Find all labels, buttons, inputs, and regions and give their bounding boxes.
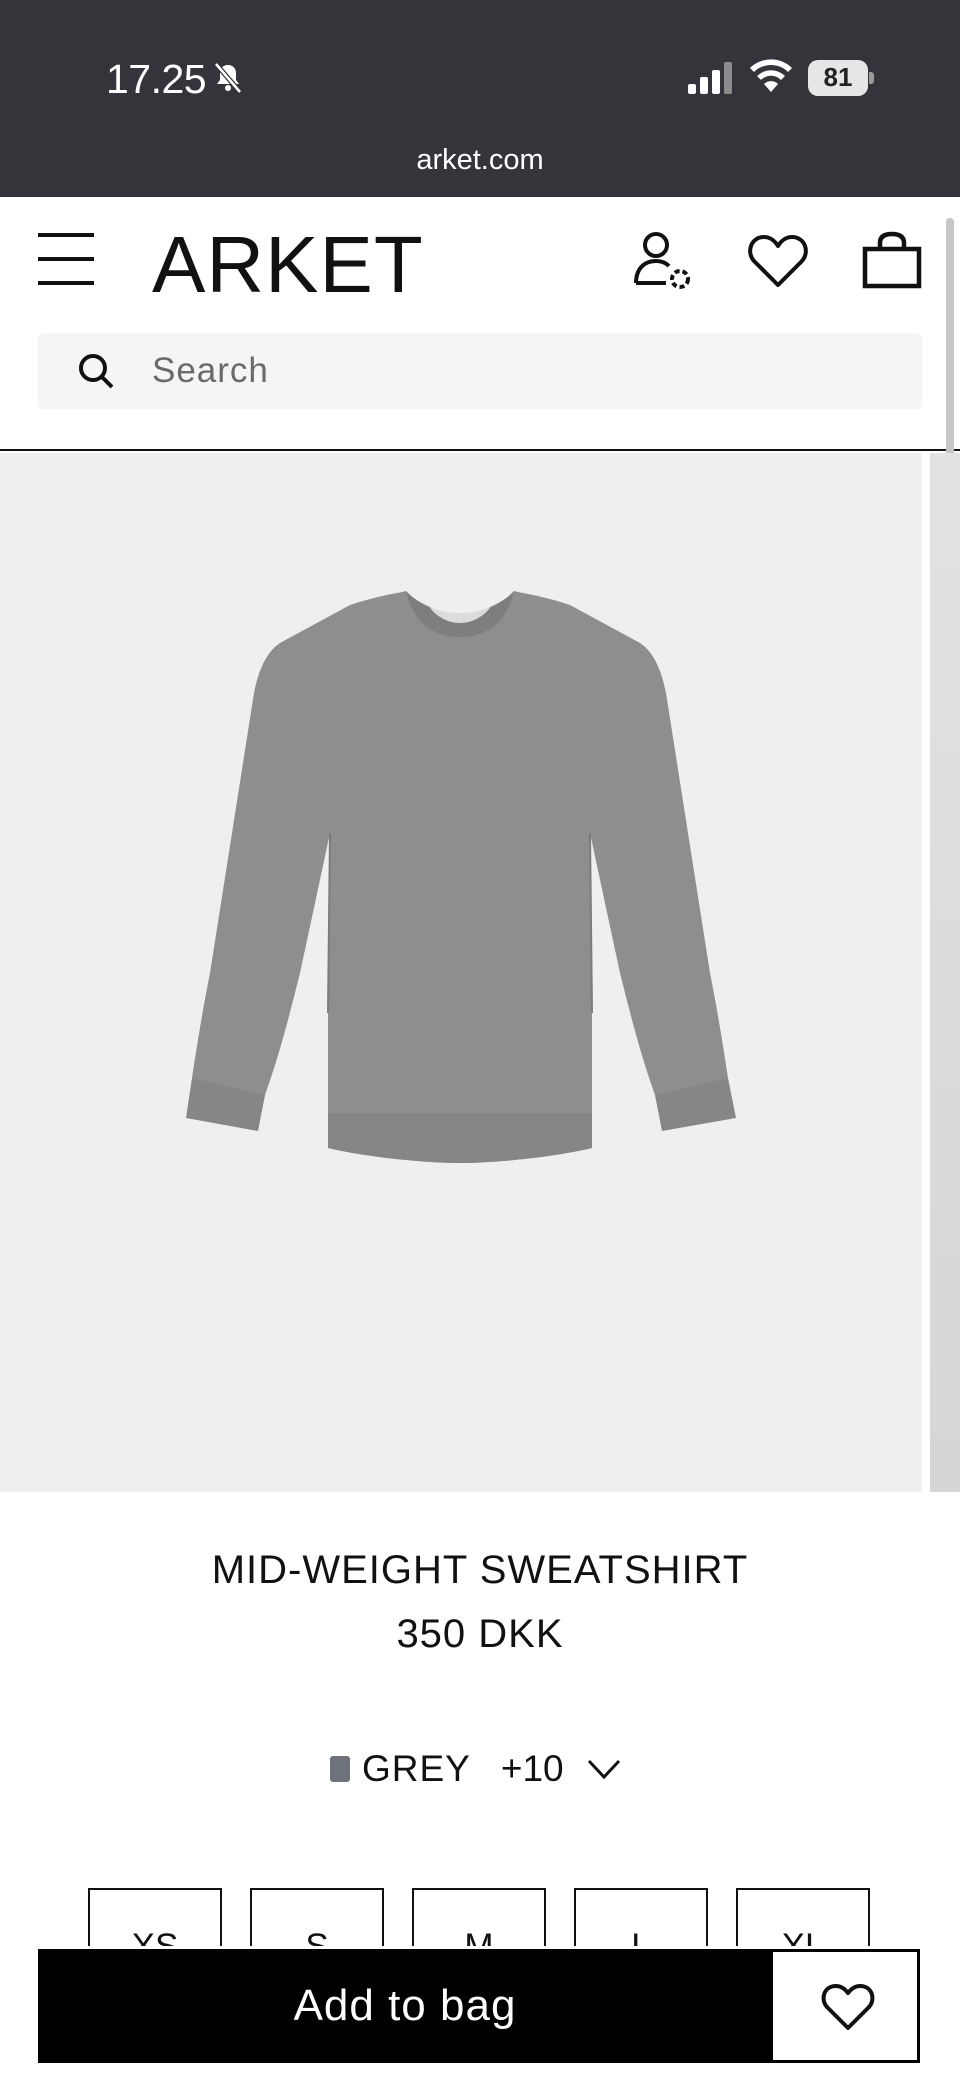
cellular-signal-icon <box>688 62 732 94</box>
battery-indicator: 81 <box>808 60 874 96</box>
site-header: ARKET <box>0 197 960 451</box>
more-colors-count: +10 <box>500 1748 564 1789</box>
clock-time: 17.25 <box>106 56 207 102</box>
color-name: GREY <box>362 1748 471 1789</box>
sticky-action-bar: Add to bag <box>0 1946 960 2087</box>
browser-url[interactable]: arket.com <box>0 144 960 177</box>
color-selector[interactable]: GREY +10 <box>330 1744 622 1794</box>
heart-icon[interactable] <box>748 233 808 289</box>
product-image[interactable] <box>0 453 922 1492</box>
account-icon[interactable] <box>632 231 694 293</box>
brand-logo[interactable]: ARKET <box>152 219 424 311</box>
chevron-down-icon <box>587 1759 620 1780</box>
wifi-icon <box>750 59 792 92</box>
sweatshirt-image <box>186 591 736 1163</box>
next-product-image[interactable] <box>930 453 960 1492</box>
heart-icon <box>821 1984 875 2030</box>
search-bar[interactable] <box>38 333 922 409</box>
search-icon <box>79 354 114 389</box>
battery-level: 81 <box>823 62 853 92</box>
hamburger-menu-icon[interactable] <box>36 229 96 289</box>
add-to-bag-button[interactable]: Add to bag <box>38 1949 772 2063</box>
add-to-wishlist-button[interactable] <box>770 1949 920 2063</box>
status-bar: 17.25 81 arket.com <box>0 0 960 197</box>
product-price: 350 DKK <box>396 1612 564 1656</box>
product-title: MID-WEIGHT SWEATSHIRT <box>211 1548 749 1592</box>
bell-muted-icon <box>214 62 242 94</box>
product-gallery[interactable] <box>0 453 960 1492</box>
shopping-bag-icon[interactable] <box>862 231 922 289</box>
search-input[interactable] <box>152 333 892 409</box>
color-swatch <box>330 1756 350 1782</box>
